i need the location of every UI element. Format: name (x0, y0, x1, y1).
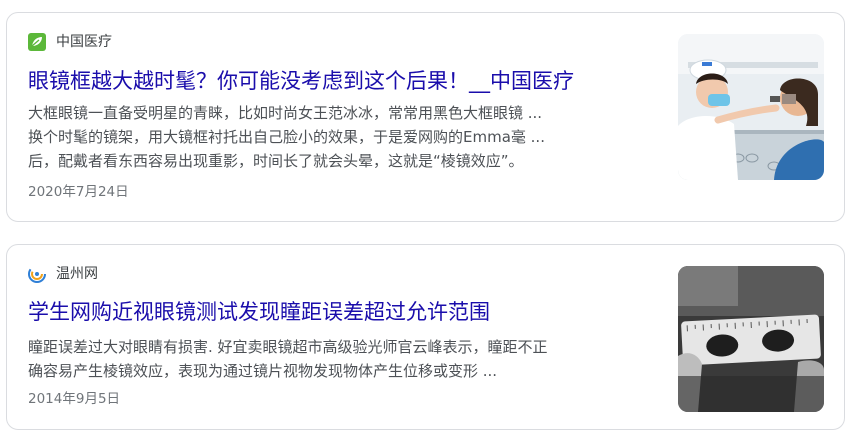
search-result-card[interactable]: 温州网 学生网购近视眼镜测试发现瞳距误差超过允许范围 瞳距误差过大对眼睛有损害.… (6, 244, 845, 430)
search-result-card[interactable]: 中国医疗 眼镜框越大越时髦？你可能没考虑到这个后果！__中国医疗 大框眼镜一直备… (6, 12, 845, 222)
optometrist-examining-patient-image (678, 34, 824, 180)
swirl-logo-icon (28, 265, 46, 283)
source-name: 温州网 (56, 266, 98, 282)
result-thumbnail[interactable] (678, 34, 824, 180)
snippet-line: 换个时髦的镜架，用大镜框衬托出自己脸小的效果，于是爱网购的Emma毫 ... (28, 128, 545, 146)
snippet-line: 后，配戴者看东西容易出现重影，时间长了就会头晕，这就是“棱镜效应”。 (28, 152, 524, 170)
result-snippet: 瞳距误差过大对眼睛有损害. 好宜卖眼镜超市高级验光师官云峰表示，瞳距不正 确容易… (28, 335, 652, 383)
snippet-line: 瞳距误差过大对眼睛有损害. 好宜卖眼镜超市高级验光师官云峰表示，瞳距不正 (28, 338, 548, 356)
result-date: 2020年7月24日 (28, 184, 129, 200)
result-source[interactable]: 温州网 (28, 263, 98, 285)
pupil-distance-ruler-image (678, 266, 824, 412)
result-snippet: 大框眼镜一直备受明星的青睐，比如时尚女王范冰冰，常常用黑色大框眼镜 ... 换个… (28, 101, 652, 173)
snippet-line: 大框眼镜一直备受明星的青睐，比如时尚女王范冰冰，常常用黑色大框眼镜 ... (28, 104, 543, 122)
result-date: 2014年9月5日 (28, 391, 121, 407)
result-thumbnail[interactable] (678, 266, 824, 412)
result-title-link[interactable]: 眼镜框越大越时髦？你可能没考虑到这个后果！__中国医疗 (28, 67, 574, 95)
result-source[interactable]: 中国医疗 (28, 31, 112, 53)
leaf-logo-icon (28, 33, 46, 51)
result-title-link[interactable]: 学生网购近视眼镜测试发现瞳距误差超过允许范围 (28, 298, 490, 326)
snippet-line: 确容易产生棱镜效应，表现为通过镜片视物发现物体产生位移或变形 ... (28, 362, 498, 380)
source-name: 中国医疗 (56, 34, 112, 50)
